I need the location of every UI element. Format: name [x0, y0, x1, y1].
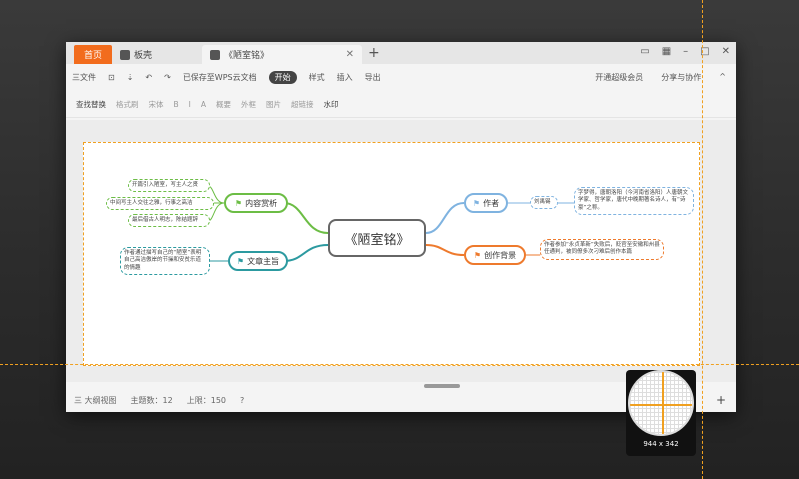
close-tab-icon[interactable]: ✕ [346, 49, 354, 60]
mindmap-icon [210, 49, 220, 60]
zoom-in-icon[interactable]: + [716, 393, 726, 407]
redo-icon[interactable]: ↷ [164, 73, 171, 82]
font-select[interactable]: 宋体 [149, 99, 164, 110]
leaf-content-3[interactable]: 最后借古人明志，陈结题辞 [128, 214, 210, 228]
menu-start[interactable]: 开始 [268, 70, 297, 84]
frame-button[interactable]: 外框 [241, 99, 256, 110]
menu-bar: 三文件 ⊡ ⇣ ↶ ↷ 已保存至WPS云文档 开始 样式 插入 导出 开通超级会… [66, 66, 736, 88]
leaf-content-1[interactable]: 开篇引入陋室，写主人之贤 [128, 179, 210, 193]
branch-theme[interactable]: ⚑ 文章主旨 [228, 251, 288, 271]
app-window: 首页 板壳 《陋室铭》 ✕ + ▭ ▦ – □ ✕ 三文件 ⊡ ⇣ ↶ ↷ 已保存… [66, 42, 736, 412]
flag-icon: ⚑ [472, 198, 481, 208]
font-color-button[interactable]: A [201, 100, 206, 109]
leaf-author-1[interactable]: 刘禹锡 [530, 196, 558, 210]
minimize-icon[interactable]: – [683, 46, 688, 57]
layout-icon[interactable]: ▭ [640, 46, 649, 57]
magnifier-loupe [628, 370, 694, 436]
menu-style[interactable]: 样式 [309, 72, 325, 83]
selection-size: 944 x 342 [643, 440, 679, 448]
outline-view-button[interactable]: 三 大纲视图 [74, 395, 117, 406]
toolbar: 查找替换 格式刷 宋体 B I A 概要 外框 图片 超链接 水印 [66, 92, 736, 118]
close-icon[interactable]: ✕ [722, 46, 730, 57]
menu-file[interactable]: 三文件 [72, 72, 96, 83]
tab-layer[interactable]: 板壳 [112, 45, 198, 64]
branch-content[interactable]: ⚑ 内容赏析 [224, 193, 288, 213]
menu-export[interactable]: 导出 [365, 72, 381, 83]
flag-icon: ⚑ [473, 250, 482, 260]
find-replace-button[interactable]: 查找替换 [76, 99, 106, 110]
member-link[interactable]: 开通超级会员 [595, 72, 643, 83]
branch-author[interactable]: ⚑ 作者 [464, 193, 508, 213]
leaf-background-1[interactable]: 作者参加“永贞革新”失败后，贬官至安徽和州县任通判，被同僚多次刁难后创作本篇 [540, 239, 664, 260]
share-button[interactable]: 分享与协作 [661, 72, 701, 83]
leaf-content-2[interactable]: 中间写主人交往之雅，行事之高洁 [106, 197, 214, 211]
bold-button[interactable]: B [174, 100, 179, 109]
summary-button[interactable]: 概要 [216, 99, 231, 110]
download-icon[interactable]: ⇣ [127, 73, 134, 82]
screenshot-magnifier: 944 x 342 [626, 370, 696, 456]
image-button[interactable]: 图片 [266, 99, 281, 110]
branch-background[interactable]: ⚑ 创作背景 [464, 245, 526, 265]
undo-icon[interactable]: ↶ [145, 73, 152, 82]
crosshair-horizontal [0, 364, 799, 365]
canvas-area[interactable]: 《陋室铭》 ⚑ 内容赏析 ⚑ 文章主旨 ⚑ 作者 ⚑ 创作背景 开篇引入陋室，写主人之贤… [66, 120, 736, 382]
layer-icon [120, 49, 130, 60]
help-icon[interactable]: ? [240, 396, 244, 405]
topic-count: 主题数：12 [130, 395, 173, 405]
expand-icon[interactable]: ^ [719, 72, 726, 83]
saved-status: 已保存至WPS云文档 [182, 72, 257, 82]
italic-button[interactable]: I [189, 100, 191, 109]
new-tab-button[interactable]: + [368, 45, 380, 61]
tab-document[interactable]: 《陋室铭》 ✕ [202, 45, 362, 64]
desktop: 首页 板壳 《陋室铭》 ✕ + ▭ ▦ – □ ✕ 三文件 ⊡ ⇣ ↶ ↷ 已保存… [0, 0, 799, 479]
flag-icon: ⚑ [236, 256, 245, 266]
watermark-button[interactable]: 水印 [324, 99, 339, 110]
format-painter-button[interactable]: 格式刷 [116, 99, 139, 110]
link-button[interactable]: 超链接 [291, 99, 314, 110]
resize-handle[interactable] [424, 384, 460, 388]
root-node[interactable]: 《陋室铭》 [328, 219, 426, 257]
leaf-theme-1[interactable]: 作者通过描写自己的“陋室”表明自己高洁傲岸的节操和安贫乐道的情趣 [120, 247, 210, 276]
title-bar: 首页 板壳 《陋室铭》 ✕ + ▭ ▦ – □ ✕ [66, 42, 736, 64]
flag-icon: ⚑ [234, 198, 243, 208]
tab-home[interactable]: 首页 [74, 45, 112, 64]
save-icon[interactable]: ⊡ [108, 73, 115, 82]
leaf-author-2[interactable]: 字梦得，唐朝洛阳（今河南省洛阳）人唐朝文学家、哲学家，唐代中晚期著名诗人，有“诗… [574, 187, 694, 216]
selection-region: 《陋室铭》 ⚑ 内容赏析 ⚑ 文章主旨 ⚑ 作者 ⚑ 创作背景 开篇引入陋室，写主人之贤… [83, 142, 700, 366]
topic-limit: 上限：150 [186, 395, 227, 405]
crosshair-vertical [702, 0, 703, 479]
grid-icon[interactable]: ▦ [662, 46, 671, 57]
menu-insert[interactable]: 插入 [337, 72, 353, 83]
